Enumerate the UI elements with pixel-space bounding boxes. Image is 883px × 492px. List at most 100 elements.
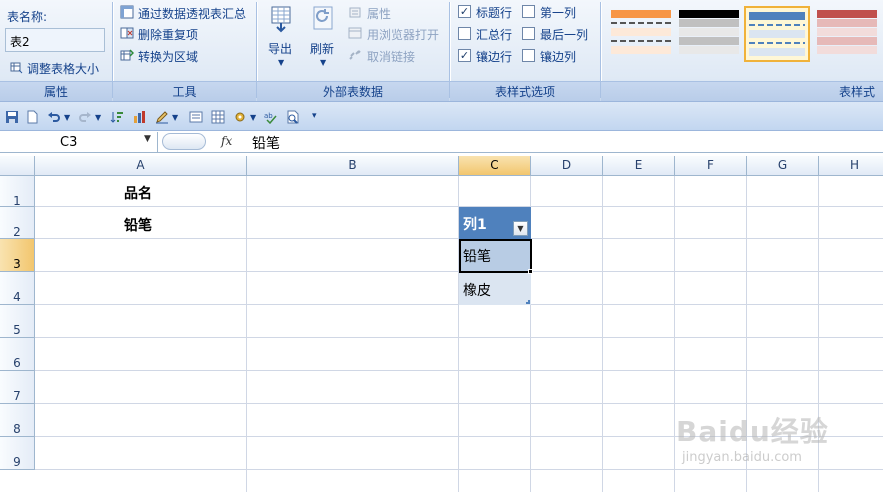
first-column-label: 第一列	[540, 6, 577, 20]
export-button[interactable]: 导出	[268, 40, 292, 57]
banded-rows-checkbox[interactable]: ✓	[458, 49, 471, 62]
pivot-summary-button[interactable]: 通过数据透视表汇总	[138, 5, 246, 22]
gridline	[35, 370, 883, 371]
chart-icon[interactable]	[133, 110, 147, 124]
header-row-checkbox[interactable]: ✓	[458, 5, 471, 18]
new-document-icon[interactable]	[25, 110, 39, 124]
table-style-black[interactable]	[676, 6, 742, 62]
formula-bar: C3 ▼ fx 铅笔	[0, 131, 883, 153]
convert-to-range-button[interactable]: 转换为区域	[138, 48, 198, 65]
total-row-label: 汇总行	[476, 28, 513, 42]
open-in-browser-icon	[348, 27, 362, 39]
edit-icon[interactable]	[155, 110, 169, 124]
undo-icon[interactable]	[47, 110, 61, 124]
name-box[interactable]: C3 ▼	[0, 132, 158, 152]
cell-a2[interactable]: 铅笔	[124, 215, 152, 235]
formula-bar-splitter[interactable]	[162, 133, 206, 150]
group-label-external-data: 外部表数据	[257, 81, 449, 101]
column-header-a[interactable]: A	[35, 156, 247, 176]
row-header-6[interactable]: 6	[0, 338, 35, 371]
group-label-properties: 属性	[0, 81, 112, 101]
redo-dropdown-icon[interactable]: ▼	[95, 113, 101, 122]
save-icon[interactable]	[5, 110, 19, 124]
group-label-style-options: 表样式选项	[450, 81, 600, 101]
row-header-1[interactable]: 1	[0, 176, 35, 208]
table-name-input[interactable]: 表2	[5, 28, 105, 52]
insert-function-button[interactable]: fx	[221, 134, 232, 148]
last-column-label: 最后一列	[540, 28, 589, 42]
table-icon[interactable]	[211, 110, 225, 124]
group-external-data: 导出 ▼ 刷新 ▼ 属性 用浏览器打开 取消链接 外部表数据	[257, 0, 449, 101]
row-header-8[interactable]: 8	[0, 404, 35, 437]
row-header-4[interactable]: 4	[0, 272, 35, 305]
column-header-g[interactable]: G	[747, 156, 819, 176]
row-header-5[interactable]: 5	[0, 305, 35, 338]
cell-c4: 橡皮	[463, 283, 491, 299]
sort-icon[interactable]	[110, 110, 124, 124]
remove-duplicates-button[interactable]: 删除重复项	[138, 26, 198, 43]
edit-dropdown-icon[interactable]: ▼	[172, 113, 178, 122]
row-header-2[interactable]: 2	[0, 207, 35, 239]
table-style-gallery	[606, 4, 882, 70]
group-properties: 表名称: 表2 调整表格大小 属性	[0, 0, 112, 101]
fill-handle[interactable]	[528, 269, 533, 274]
row-header-3[interactable]: 3	[0, 239, 35, 272]
select-all-corner[interactable]	[0, 156, 35, 176]
refresh-dropdown-icon[interactable]: ▼	[320, 58, 326, 67]
customize-toolbar-icon[interactable]: ▾	[312, 111, 317, 121]
gridline	[35, 469, 883, 470]
table-style-orange[interactable]	[608, 6, 674, 62]
pivot-table-icon	[120, 5, 134, 19]
table-header-label: 列1	[463, 217, 487, 233]
worksheet-grid[interactable]: A B C D E F G H 1 2 3 4 5 6 7 8 9 品名 铅笔 …	[0, 153, 883, 492]
spelling-icon[interactable]: ab	[264, 110, 278, 124]
banded-columns-checkbox[interactable]	[522, 49, 535, 62]
column-header-c[interactable]: C	[459, 156, 531, 176]
open-in-browser-button[interactable]: 用浏览器打开	[367, 26, 439, 43]
group-style-options: ✓ 标题行 第一列 汇总行 最后一列 ✓ 镶边行 镶边列 表样式选项	[450, 0, 600, 101]
banded-rows-label: 镶边行	[476, 50, 513, 64]
column-header-e[interactable]: E	[603, 156, 675, 176]
column-header-b[interactable]: B	[247, 156, 459, 176]
table-header-cell-c2[interactable]: 列1 ▼	[459, 207, 531, 239]
table-style-blue-selected[interactable]	[744, 6, 810, 62]
table-resize-handle[interactable]	[526, 300, 530, 304]
column-header-f[interactable]: F	[675, 156, 747, 176]
refresh-button[interactable]: 刷新	[310, 40, 334, 57]
export-dropdown-icon[interactable]: ▼	[278, 58, 284, 67]
redo-icon[interactable]	[78, 110, 92, 124]
formula-input[interactable]: 铅笔	[252, 133, 280, 153]
cell-a1[interactable]: 品名	[124, 183, 152, 203]
settings-dropdown-icon[interactable]: ▼	[250, 113, 256, 122]
resize-table-button[interactable]: 调整表格大小	[27, 60, 99, 77]
row-header-9[interactable]: 9	[0, 437, 35, 470]
first-column-checkbox[interactable]	[522, 5, 535, 18]
name-box-value: C3	[60, 135, 78, 150]
quick-access-toolbar: ▼ ▼ ▼ ▼ ab ▾	[0, 101, 883, 131]
column-header-d[interactable]: D	[531, 156, 603, 176]
total-row-checkbox[interactable]	[458, 27, 471, 40]
filter-dropdown-button[interactable]: ▼	[513, 221, 528, 236]
active-cell-selection	[459, 239, 532, 273]
settings-icon[interactable]	[233, 110, 247, 124]
table-style-red[interactable]	[814, 6, 880, 62]
last-column-checkbox[interactable]	[522, 27, 535, 40]
properties-button[interactable]: 属性	[367, 5, 391, 22]
resize-table-icon	[10, 62, 23, 74]
row-header-7[interactable]: 7	[0, 371, 35, 404]
name-box-dropdown-icon[interactable]: ▼	[144, 134, 151, 144]
group-tools: 通过数据透视表汇总 删除重复项 转换为区域 工具	[113, 0, 256, 101]
undo-dropdown-icon[interactable]: ▼	[64, 113, 70, 122]
form-icon[interactable]	[189, 110, 203, 124]
unlink-button[interactable]: 取消链接	[367, 48, 415, 65]
table-row[interactable]: 橡皮	[459, 272, 531, 305]
gridline	[246, 176, 247, 492]
gridline	[602, 176, 603, 492]
column-header-h[interactable]: H	[819, 156, 883, 176]
gridline	[746, 176, 747, 492]
unlink-icon	[349, 50, 361, 60]
gridline	[35, 337, 883, 338]
ribbon: 表名称: 表2 调整表格大小 属性 通过数据透视表汇总 删除重复项 转换为区域 …	[0, 0, 883, 101]
svg-text:ab: ab	[264, 112, 273, 120]
print-preview-icon[interactable]	[286, 110, 300, 124]
